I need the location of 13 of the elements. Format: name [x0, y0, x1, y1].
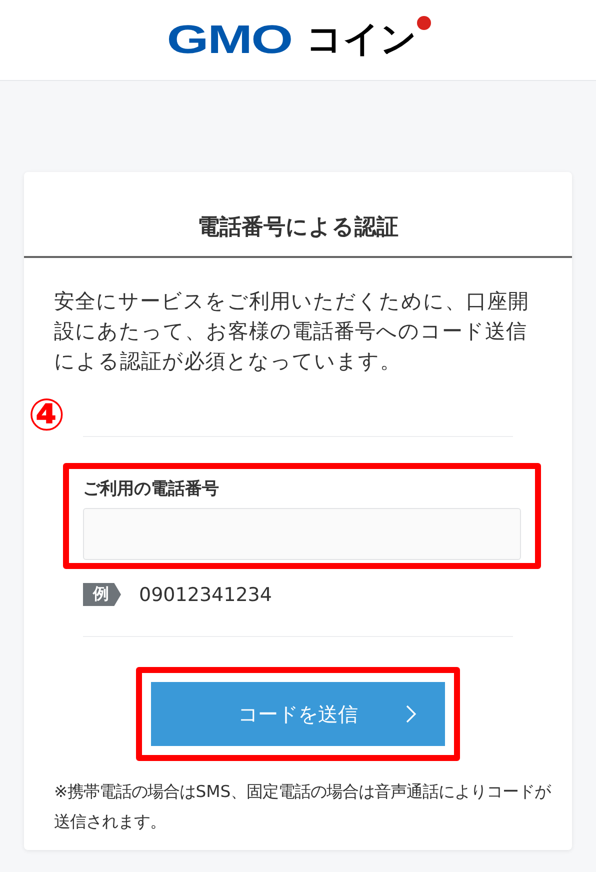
logo-wordmark: GMO: [167, 20, 292, 60]
step-marker: ④: [28, 394, 66, 438]
send-code-button[interactable]: コードを送信: [151, 682, 445, 746]
phone-input-field[interactable]: [83, 508, 521, 560]
example-tag: 例: [83, 583, 121, 606]
card-title: 電話番号による認証: [24, 172, 572, 258]
logo-dot-icon: [416, 16, 431, 30]
intro-text: 安全にサービスをご利用いただくために、口座開設にあたって、お客様の電話番号へのコード送信による認証が必須となっています。: [53, 288, 530, 375]
chevron-right-icon: [405, 704, 417, 724]
field-label: ご利用の電話番号: [83, 478, 220, 500]
note-text: ※携帯電話の場合はSMS、固定電話の場合は音声通話によりコードが送信されます。: [54, 781, 552, 833]
logo-kana: コイン: [306, 20, 417, 60]
example-value: 09012341234: [139, 584, 272, 606]
